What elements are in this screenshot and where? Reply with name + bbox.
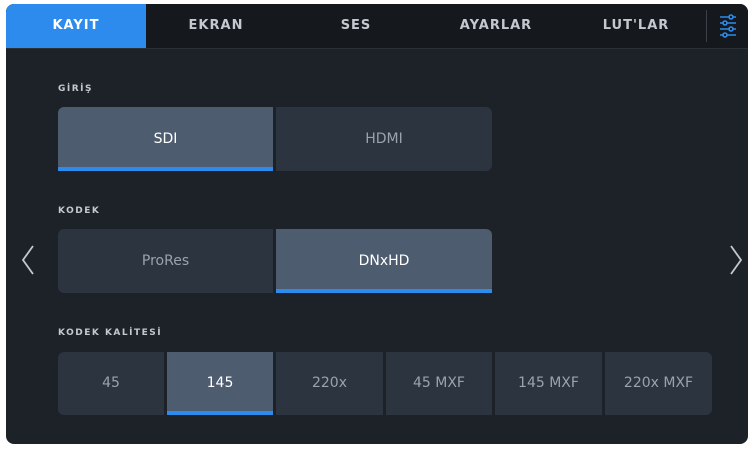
option-label: 45 MXF: [413, 375, 465, 391]
option-label: 220x MXF: [623, 375, 694, 391]
codec-option-dnxhd[interactable]: DNxHD: [276, 229, 492, 293]
chevron-right-icon: [730, 245, 743, 275]
quality-option-145[interactable]: 145: [167, 352, 273, 415]
quality-option-220x[interactable]: 220x: [276, 352, 383, 415]
previous-page-button[interactable]: [20, 244, 36, 280]
selection-indicator: [167, 411, 273, 415]
codec-quality-section-label: KODEK KALİTESİ: [58, 328, 163, 338]
input-section-label: GİRİŞ: [58, 84, 93, 94]
option-label: HDMI: [365, 131, 403, 147]
selection-indicator: [58, 167, 273, 171]
input-option-hdmi[interactable]: HDMI: [276, 107, 492, 171]
option-label: SDI: [153, 131, 178, 147]
option-label: 145: [206, 375, 234, 391]
codec-option-prores[interactable]: ProRes: [58, 229, 273, 293]
option-label: 220x: [311, 375, 347, 391]
chevron-left-icon: [21, 245, 34, 275]
quality-option-45-mxf[interactable]: 45 MXF: [386, 352, 492, 415]
quality-option-220x-mxf[interactable]: 220x MXF: [605, 352, 712, 415]
tab-ekran[interactable]: EKRAN: [146, 4, 286, 48]
option-label: DNxHD: [358, 253, 410, 269]
option-label: 45: [102, 375, 120, 391]
sliders-icon: [720, 14, 736, 38]
selection-indicator: [276, 289, 492, 293]
option-label: 145 MXF: [518, 375, 579, 391]
tab-kayit[interactable]: KAYIT: [6, 4, 146, 48]
option-label: ProRes: [141, 253, 190, 269]
quality-option-45[interactable]: 45: [58, 352, 164, 415]
tab-bar: KAYIT EKRAN SES AYARLAR LUT'LAR: [6, 4, 748, 49]
input-option-sdi[interactable]: SDI: [58, 107, 273, 171]
settings-menu-button[interactable]: [707, 4, 748, 48]
codec-section-label: KODEK: [58, 206, 101, 216]
camera-menu-screen: KAYIT EKRAN SES AYARLAR LUT'LAR GİRİŞ SD…: [6, 4, 748, 444]
tab-ayarlar[interactable]: AYARLAR: [426, 4, 566, 48]
tab-ses[interactable]: SES: [286, 4, 426, 48]
tab-lutlar[interactable]: LUT'LAR: [566, 4, 706, 48]
quality-option-145-mxf[interactable]: 145 MXF: [495, 352, 602, 415]
next-page-button[interactable]: [728, 244, 744, 280]
